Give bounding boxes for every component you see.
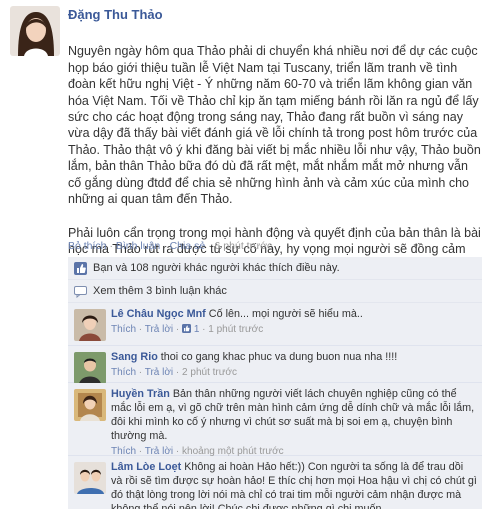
comment-meta: Thích · Trả lời · 2 phút trước (111, 367, 237, 378)
share-link[interactable]: Chia sẻ (170, 240, 206, 252)
author-avatar[interactable] (10, 6, 60, 56)
commenter-name[interactable]: Sang Rio (111, 351, 158, 363)
unlike-link[interactable]: Bỏ thích (68, 240, 107, 252)
comment-item: Lê Châu Ngọc Mnf Cố lên... mọi người sẽ … (68, 303, 482, 346)
thumbs-up-icon (182, 324, 192, 333)
comment-like-link[interactable]: Thích (111, 367, 136, 378)
commenter-name[interactable]: Huyền Trần (111, 388, 170, 400)
likes-text[interactable]: Bạn và 108 người khác người khác thích đ… (93, 262, 340, 274)
post-author-name[interactable]: Đặng Thu Thảo (68, 7, 163, 22)
view-more-comments-text[interactable]: Xem thêm 3 bình luận khác (93, 285, 227, 297)
likes-summary: Bạn và 108 người khác người khác thích đ… (68, 257, 482, 280)
comment-text: thoi co gang khac phuc va dung buon nua … (160, 351, 398, 363)
facebook-post: Đặng Thu Thảo Nguyên ngày hôm qua Thảo p… (0, 0, 500, 509)
comment-link[interactable]: Bình luận (116, 240, 160, 252)
comment-item: Lâm Lòe Loẹt Không ai hoàn Hảo hết:)) Co… (68, 456, 482, 509)
likes-box: Bạn và 108 người khác người khác thích đ… (68, 257, 482, 303)
commenter-name[interactable]: Lâm Lòe Loẹt (111, 461, 181, 473)
comment-timestamp[interactable]: 1 phút trước (208, 324, 263, 335)
commenter-avatar[interactable] (74, 309, 106, 341)
comment-item: Huyền Trần Bản thân những người viết lác… (68, 383, 482, 457)
comment-timestamp[interactable]: 2 phút trước (182, 367, 237, 378)
commenter-name[interactable]: Lê Châu Ngọc Mnf (111, 308, 206, 320)
commenter-avatar[interactable] (74, 462, 106, 494)
comment-reply-link[interactable]: Trả lời (145, 324, 173, 335)
commenter-avatar[interactable] (74, 389, 106, 421)
comment-reply-link[interactable]: Trả lời (145, 367, 173, 378)
commenter-avatar[interactable] (74, 352, 106, 384)
view-more-comments[interactable]: Xem thêm 3 bình luận khác (68, 280, 482, 303)
comment-item: Sang Rio thoi co gang khac phuc va dung … (68, 346, 482, 384)
post-paragraph-1: Nguyên ngày hôm qua Thảo phải di chuyển … (68, 44, 481, 207)
post-timestamp[interactable]: 6 phút trước (215, 240, 273, 252)
post-actions: Bỏ thích · Bình luận · Chia sẻ · 6 phút … (68, 240, 273, 252)
thumbs-up-icon (74, 261, 87, 275)
comment-like-count[interactable]: 1 (194, 324, 200, 335)
comment-meta: Thích · Trả lời · 1 · 1 phút trước (111, 324, 264, 335)
comment-like-link[interactable]: Thích (111, 324, 136, 335)
comments-icon (74, 285, 87, 298)
comment-text: Cố lên... mọi người sẽ hiểu mà.. (208, 308, 363, 320)
